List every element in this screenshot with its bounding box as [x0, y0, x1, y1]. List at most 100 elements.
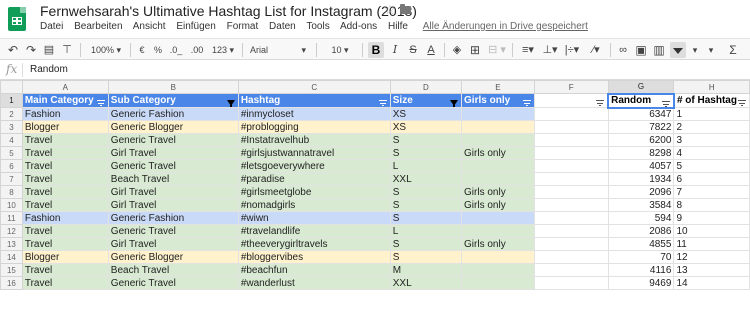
cell-size[interactable]: XS [389, 107, 463, 121]
paint-format-icon[interactable]: ⊤ [60, 42, 74, 58]
cell-hashtag[interactable]: #travelandlife [237, 224, 391, 238]
cell-main-category[interactable]: Travel [21, 237, 109, 251]
cell-empty-f[interactable] [533, 276, 609, 290]
row-number[interactable]: 6 [0, 159, 23, 173]
cell-random[interactable]: 7822 [607, 120, 675, 134]
cell-main-category[interactable]: Blogger [21, 250, 109, 264]
cell-hashtag[interactable]: #wiwn [237, 211, 391, 225]
column-header-c[interactable]: C [237, 80, 391, 94]
percent-format-button[interactable]: % [152, 42, 164, 58]
cell-girls-only[interactable] [461, 159, 535, 173]
document-title[interactable]: Fernwehsarah's Ultimative Hashtag List f… [40, 3, 417, 19]
cell-hashtag[interactable]: #girlsjustwannatravel [237, 146, 391, 160]
menu-ansicht[interactable]: Ansicht [133, 21, 166, 32]
filter-icon[interactable] [596, 100, 605, 106]
cell-hashtag-count[interactable]: 2 [673, 120, 750, 134]
cell-random[interactable]: 70 [607, 250, 675, 264]
cell-main-category[interactable]: Travel [21, 276, 109, 290]
header-hashtag-count[interactable]: # of Hashtag [673, 93, 750, 108]
cell-sub-category[interactable]: Beach Travel [107, 172, 239, 186]
filter-icon[interactable] [378, 100, 387, 106]
cell-girls-only[interactable]: Girls only [461, 185, 535, 199]
font-size-select[interactable]: 10 ▾ [322, 42, 358, 58]
cell-random[interactable]: 2086 [607, 224, 675, 238]
cell-hashtag[interactable]: #beachfun [237, 263, 391, 277]
header-random[interactable]: Random [607, 92, 675, 109]
saved-status-link[interactable]: Alle Änderungen in Drive gespeichert [423, 21, 588, 32]
cell-girls-only[interactable]: Girls only [461, 198, 535, 212]
filter-icon[interactable] [522, 100, 531, 106]
cell-empty-f[interactable] [533, 146, 609, 160]
cell-main-category[interactable]: Travel [21, 146, 109, 160]
cell-hashtag[interactable]: #wanderlust [237, 276, 391, 290]
cell-hashtag-count[interactable]: 13 [673, 263, 750, 277]
row-number[interactable]: 13 [0, 237, 23, 251]
cell-empty-f[interactable] [533, 198, 609, 212]
row-number[interactable]: 3 [0, 120, 23, 134]
cell-empty-f[interactable] [533, 120, 609, 134]
row-number[interactable]: 7 [0, 172, 23, 186]
header-sub-category[interactable]: Sub Category [107, 93, 239, 108]
star-icon[interactable]: ☆ [384, 2, 396, 18]
cell-girls-only[interactable] [461, 211, 535, 225]
cell-empty-f[interactable] [533, 263, 609, 277]
cell-hashtag[interactable]: #girlsmeetglobe [237, 185, 391, 199]
print-icon[interactable]: ▤ [42, 42, 56, 58]
cell-main-category[interactable]: Travel [21, 185, 109, 199]
cell-empty-f[interactable] [533, 172, 609, 186]
cell-size[interactable]: XS [389, 120, 463, 134]
cell-random[interactable]: 3584 [607, 198, 675, 212]
cell-size[interactable]: S [389, 211, 463, 225]
functions-icon[interactable]: Σ [726, 42, 740, 58]
undo-icon[interactable]: ↶ [6, 42, 20, 58]
select-all-corner[interactable] [0, 80, 23, 94]
sheets-logo-icon[interactable] [8, 7, 26, 31]
cell-hashtag-count[interactable]: 14 [673, 276, 750, 290]
cell-empty-f[interactable] [533, 250, 609, 264]
filter-active-icon[interactable] [226, 100, 235, 107]
cell-sub-category[interactable]: Girl Travel [107, 146, 239, 160]
filter-active-icon[interactable] [450, 100, 459, 107]
cell-girls-only[interactable] [461, 120, 535, 134]
cell-hashtag-count[interactable]: 10 [673, 224, 750, 238]
cell-main-category[interactable]: Fashion [21, 211, 109, 225]
cell-girls-only[interactable] [461, 224, 535, 238]
cell-sub-category[interactable]: Generic Blogger [107, 120, 239, 134]
header-hashtag[interactable]: Hashtag [237, 93, 391, 108]
text-color-button[interactable]: A [424, 42, 438, 58]
cell-size[interactable]: XXL [389, 172, 463, 186]
cell-hashtag[interactable]: #theeverygirltravels [237, 237, 391, 251]
folder-icon[interactable] [400, 4, 411, 14]
cell-hashtag-count[interactable]: 9 [673, 211, 750, 225]
cell-sub-category[interactable]: Generic Travel [107, 159, 239, 173]
cell-main-category[interactable]: Blogger [21, 120, 109, 134]
menu-daten[interactable]: Daten [269, 21, 296, 32]
filter-views-dropdown-icon[interactable]: ▾ [688, 42, 702, 58]
cell-sub-category[interactable]: Beach Travel [107, 263, 239, 277]
cell-random[interactable]: 9469 [607, 276, 675, 290]
cell-main-category[interactable]: Travel [21, 198, 109, 212]
comment-icon[interactable]: ▣ [634, 42, 648, 58]
link-icon[interactable]: ∞ [616, 42, 630, 58]
cell-empty-f[interactable] [533, 211, 609, 225]
cell-hashtag-count[interactable]: 12 [673, 250, 750, 264]
cell-hashtag[interactable]: #paradise [237, 172, 391, 186]
vertical-align-icon[interactable]: ⊥▾ [540, 42, 560, 58]
cell-hashtag-count[interactable]: 11 [673, 237, 750, 251]
cell-sub-category[interactable]: Generic Fashion [107, 107, 239, 121]
zoom-select[interactable]: 100% ▾ [86, 42, 126, 58]
cell-hashtag[interactable]: #Instatravelhub [237, 133, 391, 147]
column-header-e[interactable]: E [461, 80, 535, 94]
currency-format-button[interactable]: € [136, 42, 148, 58]
header-girls-only[interactable]: Girls only [461, 93, 535, 108]
filter-icon[interactable] [96, 100, 105, 106]
italic-button[interactable]: I [388, 42, 402, 58]
cell-hashtag-count[interactable]: 5 [673, 159, 750, 173]
cell-size[interactable]: S [389, 185, 463, 199]
cell-girls-only[interactable] [461, 107, 535, 121]
cell-hashtag-count[interactable]: 6 [673, 172, 750, 186]
cell-size[interactable]: S [389, 250, 463, 264]
cell-main-category[interactable]: Travel [21, 224, 109, 238]
cell-size[interactable]: XXL [389, 276, 463, 290]
decrease-decimals-button[interactable]: .0_ [168, 42, 184, 58]
